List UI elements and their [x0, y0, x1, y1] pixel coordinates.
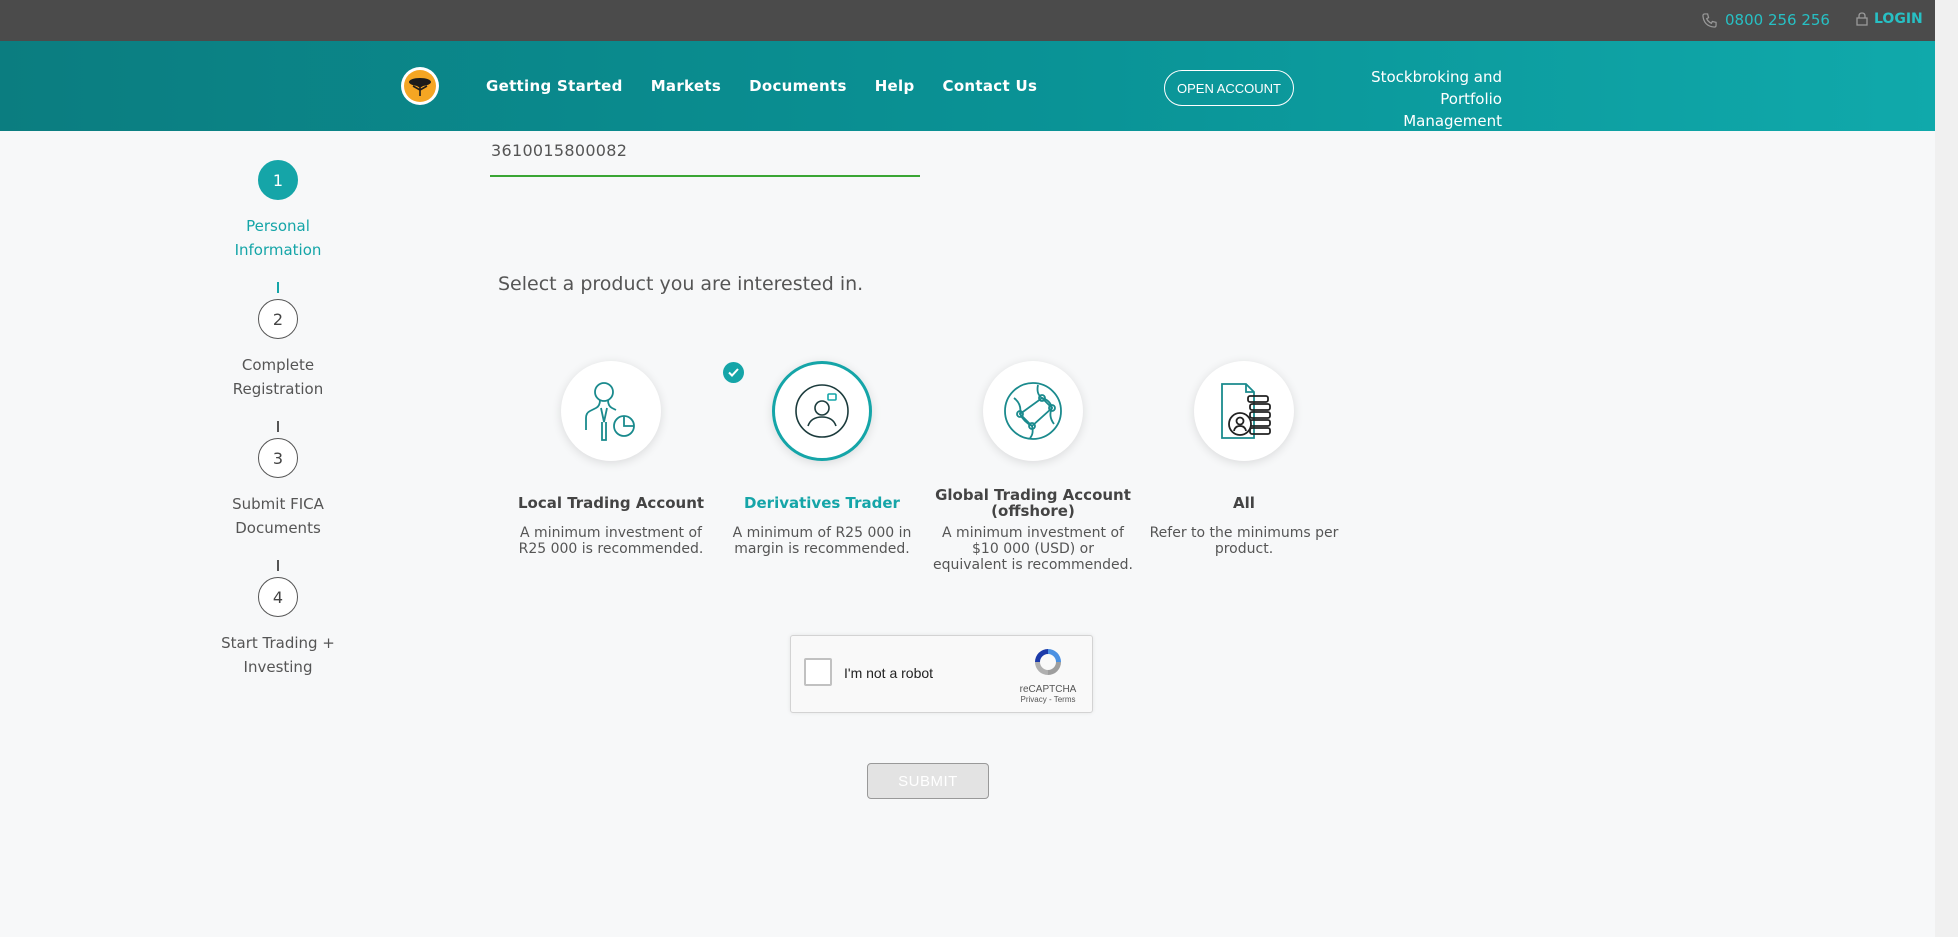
recaptcha-widget: I'm not a robot reCAPTCHA Privacy - Term… [790, 635, 1093, 713]
product-name: Derivatives Trader [744, 494, 900, 512]
main-navbar: Getting Started Markets Documents Help C… [0, 41, 1935, 131]
document-coins-icon [1221, 383, 1271, 439]
step-label: Personal Information [203, 214, 353, 262]
recaptcha-brand: reCAPTCHA [1019, 684, 1077, 695]
top-utility-bar: 0800 256 256 LOGIN [0, 0, 1935, 41]
step-label: Submit FICA Documents [203, 492, 353, 540]
open-account-button[interactable]: OPEN ACCOUNT [1164, 70, 1294, 106]
step-label-line2: Documents [235, 519, 321, 537]
step-label-line1: Submit FICA [232, 495, 324, 513]
lock-icon [1856, 12, 1868, 26]
product-desc: A minimum investment of $10 000 (USD) or… [933, 525, 1133, 573]
product-global-trading[interactable]: Global Trading Account (offshore) A mini… [933, 361, 1133, 573]
id-number-field[interactable]: 3610015800082 [490, 138, 920, 177]
product-icon-circle [772, 361, 872, 461]
page-scrollbar[interactable] [1935, 0, 1958, 937]
product-desc: Refer to the minimums per product. [1149, 525, 1339, 557]
step-number: 4 [258, 577, 298, 617]
tree-icon [409, 78, 431, 96]
step-connector [277, 560, 279, 571]
recaptcha-branding: reCAPTCHA Privacy - Terms [1016, 646, 1080, 704]
product-desc: A minimum investment of R25 000 is recom… [518, 525, 704, 557]
person-chart-icon [585, 382, 635, 441]
nav-markets[interactable]: Markets [651, 77, 721, 95]
nav-menu: Getting Started Markets Documents Help C… [486, 77, 1037, 95]
step-label: Start Trading + Investing [203, 631, 353, 679]
login-link[interactable]: LOGIN [1856, 11, 1923, 27]
step-label-line2: Information [234, 241, 322, 259]
phone-number: 0800 256 256 [1725, 11, 1830, 29]
product-icon-circle [561, 361, 661, 461]
product-icon-circle [983, 361, 1083, 461]
nav-documents[interactable]: Documents [749, 77, 847, 95]
nav-contact-us[interactable]: Contact Us [943, 77, 1038, 95]
product-local-trading[interactable]: Local Trading Account A minimum investme… [511, 361, 711, 557]
step-connector [277, 282, 279, 293]
product-all[interactable]: All Refer to the minimums per product. [1144, 361, 1344, 557]
recaptcha-label: I'm not a robot [844, 665, 934, 681]
step-label-line1: Complete [241, 356, 315, 374]
globe-network-icon [1004, 382, 1062, 440]
phone-contact[interactable]: 0800 256 256 [1702, 11, 1830, 29]
phone-icon [1702, 12, 1717, 28]
nav-help[interactable]: Help [875, 77, 915, 95]
registration-stepper: 1 Personal Information 2 Complete Regist… [200, 160, 356, 679]
login-label: LOGIN [1874, 11, 1923, 27]
recaptcha-logo-icon [1035, 649, 1061, 675]
product-name: Global Trading Account (offshore) [935, 486, 1131, 520]
submit-button[interactable]: SUBMIT [867, 763, 989, 799]
step-label-line2: Registration [232, 380, 324, 398]
product-name: All [1233, 494, 1255, 512]
product-derivatives-trader[interactable]: Derivatives Trader A minimum of R25 000 … [722, 361, 922, 557]
trader-icon [795, 384, 849, 438]
step-label-line2: Investing [243, 658, 313, 676]
step-label: Complete Registration [203, 353, 353, 401]
recaptcha-checkbox[interactable] [804, 658, 832, 686]
step-complete-registration: 2 Complete Registration [200, 299, 356, 401]
step-label-line1: Start Trading + [221, 634, 335, 652]
step-number: 2 [258, 299, 298, 339]
product-icon-circle [1194, 361, 1294, 461]
step-label-line1: Personal [246, 217, 310, 235]
recaptcha-privacy-terms[interactable]: Privacy - Terms [1016, 695, 1080, 704]
brand-logo[interactable] [401, 67, 439, 105]
brand-tagline: Stockbroking and Portfolio Management [1340, 66, 1502, 132]
step-number: 3 [258, 438, 298, 478]
step-connector [277, 421, 279, 432]
step-start-trading: 4 Start Trading + Investing [200, 577, 356, 679]
nav-getting-started[interactable]: Getting Started [486, 77, 623, 95]
product-prompt: Select a product you are interested in. [498, 273, 864, 295]
step-personal-information: 1 Personal Information [200, 160, 356, 262]
step-number: 1 [258, 160, 298, 200]
product-name: Local Trading Account [517, 494, 705, 512]
tagline-line1: Stockbroking and [1371, 68, 1502, 86]
step-submit-fica: 3 Submit FICA Documents [200, 438, 356, 540]
product-desc: A minimum of R25 000 in margin is recomm… [732, 525, 912, 557]
tagline-line2: Portfolio Management [1403, 90, 1502, 130]
